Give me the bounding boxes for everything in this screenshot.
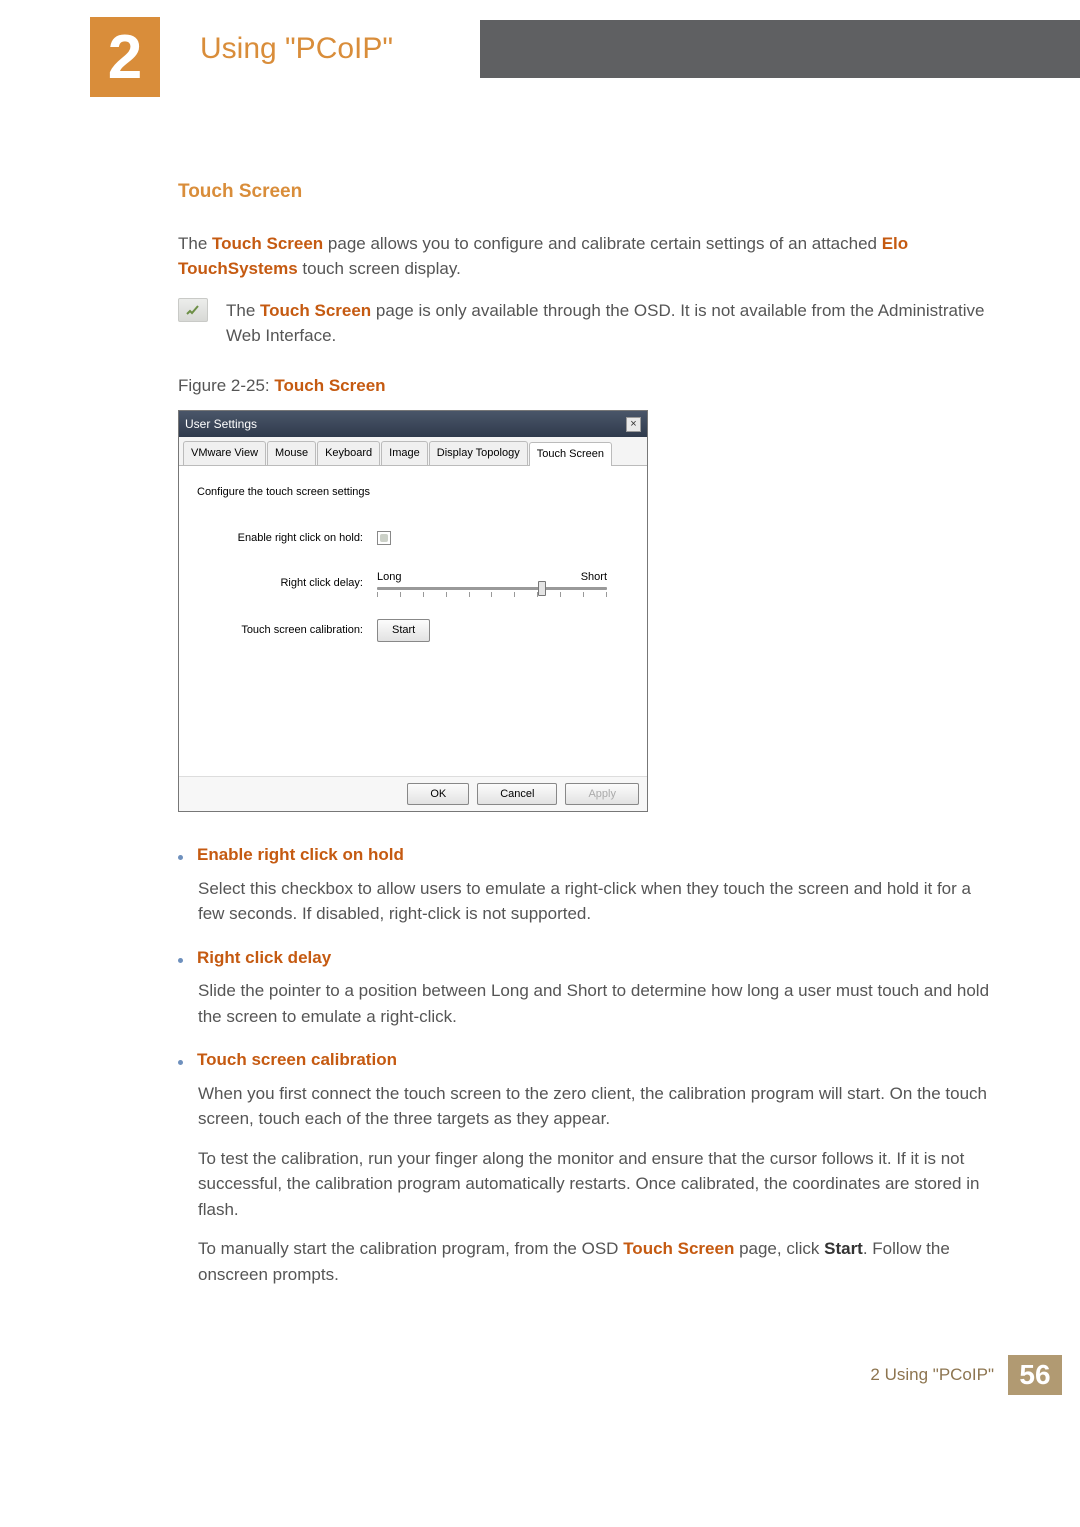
start-button[interactable]: Start bbox=[377, 619, 430, 642]
bullet-body: Slide the pointer to a position between … bbox=[198, 978, 990, 1029]
term-touch-screen: Touch Screen bbox=[260, 301, 371, 320]
chapter-title: Using "PCoIP" bbox=[0, 20, 480, 78]
text: The bbox=[178, 234, 212, 253]
figure-caption: Figure 2-25: Touch Screen bbox=[178, 373, 990, 399]
slider-track[interactable] bbox=[377, 587, 607, 590]
apply-button[interactable]: Apply bbox=[565, 783, 639, 806]
row-right-click-delay: Right click delay: Long Short bbox=[197, 569, 629, 598]
dialog-heading: Configure the touch screen settings bbox=[197, 484, 629, 501]
bullet-icon bbox=[178, 958, 183, 963]
note-callout: The Touch Screen page is only available … bbox=[178, 298, 990, 349]
tab-image[interactable]: Image bbox=[381, 441, 428, 465]
tab-mouse[interactable]: Mouse bbox=[267, 441, 316, 465]
close-button[interactable]: × bbox=[626, 417, 641, 432]
label-right-click-delay: Right click delay: bbox=[197, 575, 377, 592]
checkbox-enable-right-click[interactable] bbox=[377, 531, 391, 545]
bullet-item: Touch screen calibration When you first c… bbox=[178, 1047, 990, 1287]
dialog-footer: OK Cancel Apply bbox=[179, 776, 647, 812]
note-icon bbox=[178, 298, 208, 322]
tab-touch-screen[interactable]: Touch Screen bbox=[529, 442, 612, 466]
chapter-number-badge: 2 bbox=[90, 17, 160, 97]
user-settings-dialog: User Settings × VMware ViewMouseKeyboard… bbox=[178, 410, 648, 812]
slider-thumb[interactable] bbox=[538, 581, 546, 596]
text: touch screen display. bbox=[298, 259, 461, 278]
bullet-title: Enable right click on hold bbox=[197, 842, 404, 868]
paragraph: Slide the pointer to a position between … bbox=[198, 978, 990, 1029]
figure-name: Touch Screen bbox=[274, 376, 385, 395]
dialog-title: User Settings bbox=[185, 415, 257, 433]
paragraph: Select this checkbox to allow users to e… bbox=[198, 876, 990, 927]
bullet-body: When you first connect the touch screen … bbox=[198, 1081, 990, 1288]
section-heading: Touch Screen bbox=[178, 178, 990, 207]
paragraph: When you first connect the touch screen … bbox=[198, 1081, 990, 1132]
intro-paragraph: The Touch Screen page allows you to conf… bbox=[178, 231, 990, 282]
paragraph: To manually start the calibration progra… bbox=[198, 1236, 990, 1287]
description-list: Enable right click on hold Select this ch… bbox=[178, 842, 990, 1287]
page-content: Touch Screen The Touch Screen page allow… bbox=[0, 78, 1080, 1345]
tab-display-topology[interactable]: Display Topology bbox=[429, 441, 528, 465]
label-calibration: Touch screen calibration: bbox=[197, 622, 377, 639]
dialog-titlebar: User Settings × bbox=[179, 411, 647, 437]
text: page allows you to configure and calibra… bbox=[323, 234, 882, 253]
bullet-item: Right click delay Slide the pointer to a … bbox=[178, 945, 990, 1030]
bullet-item: Enable right click on hold Select this ch… bbox=[178, 842, 990, 927]
cancel-button[interactable]: Cancel bbox=[477, 783, 557, 806]
tab-keyboard[interactable]: Keyboard bbox=[317, 441, 380, 465]
slider-ticks bbox=[377, 592, 607, 597]
note-text: The Touch Screen page is only available … bbox=[226, 298, 990, 349]
page-footer: 2 Using "PCoIP" 56 bbox=[0, 1345, 1080, 1415]
page-number: 56 bbox=[1008, 1355, 1062, 1395]
bullet-icon bbox=[178, 1060, 183, 1065]
row-calibration: Touch screen calibration: Start bbox=[197, 619, 629, 642]
paragraph: To test the calibration, run your finger… bbox=[198, 1146, 990, 1223]
tab-vmware-view[interactable]: VMware View bbox=[183, 441, 266, 465]
label-enable-right-click: Enable right click on hold: bbox=[197, 530, 377, 547]
slider-label-short: Short bbox=[581, 569, 607, 586]
bullet-title: Right click delay bbox=[197, 945, 331, 971]
text: The bbox=[226, 301, 260, 320]
dialog-tabs: VMware ViewMouseKeyboardImageDisplay Top… bbox=[179, 437, 647, 466]
slider-right-click-delay[interactable]: Long Short bbox=[377, 569, 607, 598]
term-touch-screen: Touch Screen bbox=[212, 234, 323, 253]
bullet-icon bbox=[178, 855, 183, 860]
slider-label-long: Long bbox=[377, 569, 401, 586]
footer-chapter-title: 2 Using "PCoIP" bbox=[870, 1362, 994, 1388]
ok-button[interactable]: OK bbox=[407, 783, 469, 806]
bullet-body: Select this checkbox to allow users to e… bbox=[198, 876, 990, 927]
dialog-body: Configure the touch screen settings Enab… bbox=[179, 466, 647, 776]
bullet-title: Touch screen calibration bbox=[197, 1047, 397, 1073]
text: Figure 2-25: bbox=[178, 376, 274, 395]
page-header: 2 Using "PCoIP" bbox=[0, 20, 1080, 78]
row-enable-right-click: Enable right click on hold: bbox=[197, 530, 629, 547]
